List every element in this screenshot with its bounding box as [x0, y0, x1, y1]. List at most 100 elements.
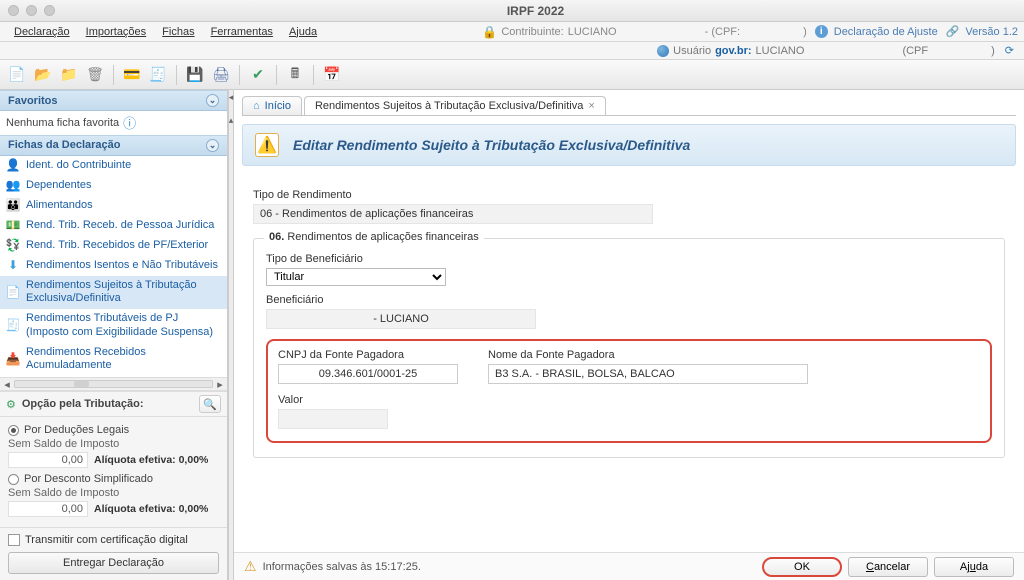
- scroll-left-icon[interactable]: ◂: [0, 378, 14, 391]
- ficha-label: Rendimentos Tributáveis de PJ (Imposto c…: [26, 312, 221, 340]
- receipt-icon[interactable]: 🧾: [147, 64, 169, 86]
- transmitir-row[interactable]: Transmitir com certificação digital: [0, 527, 227, 550]
- ficha-item-0[interactable]: 👤Ident. do Contribuinte: [0, 156, 227, 176]
- radio-unselected-icon[interactable]: [8, 474, 19, 485]
- usuario-label: Usuário: [673, 45, 711, 57]
- menu-importacoes[interactable]: Importações: [78, 24, 155, 40]
- tipo-rendimento-value: 06 - Rendimentos de aplicações financeir…: [253, 204, 653, 224]
- gear-icon: ⚙: [6, 398, 16, 411]
- info-icon[interactable]: i: [815, 25, 828, 38]
- ficha-label: Rendimentos Isentos e Não Tributáveis: [26, 259, 221, 273]
- scrollbar-track[interactable]: [14, 380, 213, 388]
- ficha-item-4[interactable]: 💱Rend. Trib. Recebidos de PF/Exterior: [0, 236, 227, 256]
- tipo-beneficiario-select[interactable]: Titular: [266, 268, 446, 286]
- ficha-item-3[interactable]: 💵 Rend. Trib. Receb. de Pessoa Jurídica: [0, 216, 227, 236]
- open-folder-alt-icon[interactable]: 📁: [58, 64, 80, 86]
- page-title-bar: ⚠️ Editar Rendimento Sujeito à Tributaçã…: [242, 124, 1016, 166]
- calendar-icon[interactable]: 📅: [321, 64, 343, 86]
- window-controls: [8, 5, 55, 16]
- open-folder-icon[interactable]: 📂: [32, 64, 54, 86]
- ficha-label: Dependentes: [26, 179, 221, 193]
- print-icon[interactable]: 🖨: [210, 64, 232, 86]
- card-icon[interactable]: 💳: [121, 64, 143, 86]
- window-titlebar: IRPF 2022: [0, 0, 1024, 22]
- nome-fonte-input[interactable]: [488, 364, 808, 384]
- tab-close-icon[interactable]: ×: [588, 100, 594, 112]
- ficha-icon: 💵: [6, 219, 20, 233]
- tab-inicio[interactable]: ⌂ Início: [242, 96, 302, 115]
- entregar-button[interactable]: Entregar Declaração: [8, 552, 219, 574]
- fichas-header[interactable]: Fichas da Declaração ⌄: [0, 135, 227, 156]
- fichas-title: Fichas da Declaração: [8, 139, 121, 151]
- menu-ferramentas[interactable]: Ferramentas: [203, 24, 281, 40]
- ficha-item-2[interactable]: 👪Alimentandos: [0, 196, 227, 216]
- splitter-left-icon[interactable]: ◂: [229, 92, 234, 103]
- calculator-icon[interactable]: 🖩: [284, 64, 306, 86]
- no-favorites-label: Nenhuma ficha favorita: [6, 117, 119, 129]
- sidebar: Favoritos ⌄ Nenhuma ficha favorita ⓘ Fic…: [0, 90, 228, 580]
- collapse-favoritos-icon[interactable]: ⌄: [206, 94, 219, 107]
- user-cpf-label: (CPF: [902, 45, 928, 57]
- horizontal-scrollbar[interactable]: ◂ ▸: [0, 377, 227, 391]
- info-icon[interactable]: ⓘ: [123, 113, 136, 132]
- declaracao-ajuste-label: Declaração de Ajuste: [834, 26, 938, 38]
- ficha-label: Rendimentos Sujeitos à Tributação Exclus…: [26, 279, 221, 307]
- ficha-item-1[interactable]: 👥Dependentes: [0, 176, 227, 196]
- globe-icon: [657, 45, 669, 57]
- ficha-icon: 🧾: [6, 319, 20, 333]
- opt-deducoes-label: Por Deduções Legais: [24, 424, 129, 436]
- menu-fichas[interactable]: Fichas: [154, 24, 202, 40]
- ajuda-button[interactable]: Ajuda: [934, 557, 1014, 577]
- close-window-icon[interactable]: [8, 5, 19, 16]
- tab-inicio-label: Início: [265, 100, 291, 112]
- valor-deducoes: 0,00: [8, 452, 88, 468]
- ok-button[interactable]: OK: [762, 557, 842, 577]
- save-icon[interactable]: 💾: [184, 64, 206, 86]
- search-button[interactable]: 🔍: [199, 395, 221, 413]
- splitter-up-icon[interactable]: ▴: [229, 115, 234, 126]
- favoritos-header[interactable]: Favoritos ⌄: [0, 90, 227, 111]
- transmitir-label: Transmitir com certificação digital: [25, 534, 188, 546]
- cnpj-label: CNPJ da Fonte Pagadora: [278, 349, 458, 361]
- page-title: Editar Rendimento Sujeito à Tributação E…: [293, 137, 690, 153]
- ficha-label: Rendimentos Recebidos Acumuladamente: [26, 346, 221, 374]
- radio-deducoes[interactable]: Por Deduções Legais: [8, 424, 219, 436]
- favoritos-body: Nenhuma ficha favorita ⓘ: [0, 111, 227, 135]
- menu-ajuda[interactable]: Ajuda: [281, 24, 325, 40]
- cancelar-button[interactable]: Cancelar: [848, 557, 928, 577]
- zoom-window-icon[interactable]: [44, 5, 55, 16]
- checkbox-icon[interactable]: [8, 534, 20, 546]
- valor-label: Valor: [278, 394, 980, 406]
- contribuinte-info: 🔒 Contribuinte: LUCIANO - (CPF: ): [482, 25, 806, 39]
- validate-icon[interactable]: ✔: [247, 64, 269, 86]
- valor-simplificado: 0,00: [8, 501, 88, 517]
- opt-simplificado-label: Por Desconto Simplificado: [24, 473, 153, 485]
- valor-input[interactable]: [278, 409, 388, 429]
- delete-icon[interactable]: 🗑: [84, 64, 106, 86]
- window-title: IRPF 2022: [55, 4, 1016, 18]
- ficha-item-6[interactable]: 📄Rendimentos Sujeitos à Tributação Exclu…: [0, 276, 227, 310]
- ficha-label: Rend. Trib. Receb. de Pessoa Jurídica: [26, 219, 221, 233]
- ficha-item-5[interactable]: ⬇Rendimentos Isentos e Não Tributáveis: [0, 256, 227, 276]
- sem-saldo-label-1: Sem Saldo de Imposto: [8, 438, 219, 450]
- menu-declaracao[interactable]: Declaração: [6, 24, 78, 40]
- cnpj-input[interactable]: [278, 364, 458, 384]
- sem-saldo-label-2: Sem Saldo de Imposto: [8, 487, 219, 499]
- scrollbar-thumb[interactable]: [74, 381, 89, 387]
- collapse-fichas-icon[interactable]: ⌄: [206, 139, 219, 152]
- favoritos-title: Favoritos: [8, 95, 58, 107]
- new-declaration-icon[interactable]: 📄: [6, 64, 28, 86]
- page-warn-icon: ⚠️: [255, 133, 279, 157]
- group-legend: 06. 06. Rendimentos de aplicações financ…: [264, 231, 484, 243]
- ficha-icon: 💱: [6, 239, 20, 253]
- radio-selected-icon[interactable]: [8, 425, 19, 436]
- user-cpf-close: ): [991, 45, 995, 57]
- scroll-right-icon[interactable]: ▸: [213, 378, 227, 391]
- ficha-item-8[interactable]: 📥Rendimentos Recebidos Acumuladamente: [0, 343, 227, 377]
- minimize-window-icon[interactable]: [26, 5, 37, 16]
- ficha-item-7[interactable]: 🧾 Rendimentos Tributáveis de PJ (Imposto …: [0, 309, 227, 343]
- tab-current[interactable]: Rendimentos Sujeitos à Tributação Exclus…: [304, 96, 606, 115]
- rendimento-group: 06. 06. Rendimentos de aplicações financ…: [253, 238, 1005, 458]
- radio-simplificado[interactable]: Por Desconto Simplificado: [8, 473, 219, 485]
- refresh-icon[interactable]: ⟳: [1005, 44, 1014, 57]
